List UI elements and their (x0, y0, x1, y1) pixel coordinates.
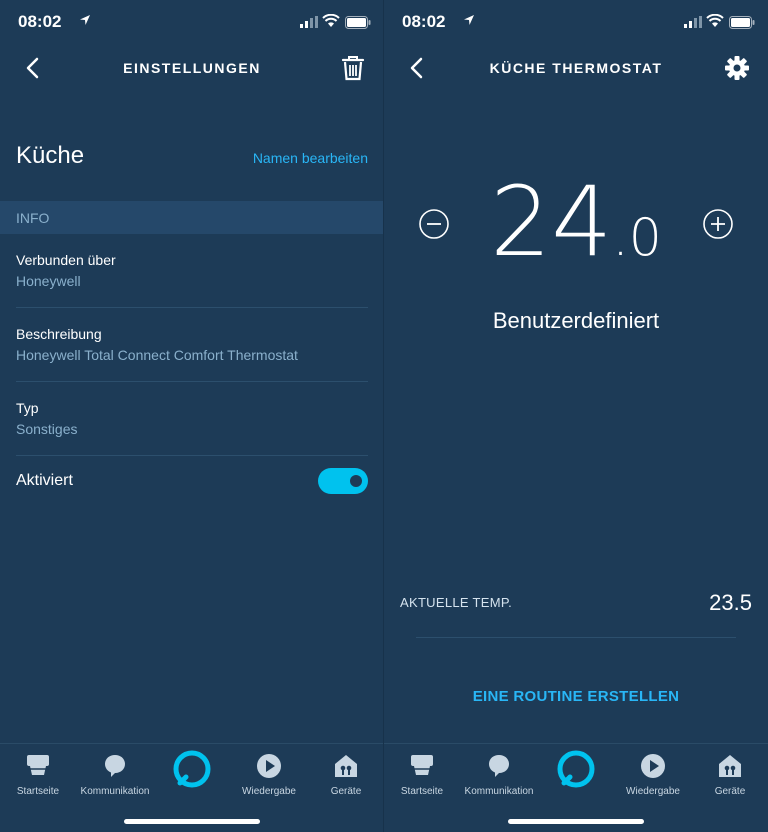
thermostat-mode: Benutzerdefiniert (492, 308, 660, 333)
thermostat-screen: 08:02 KÜCHE THERMOSTAT 24.0 Benutzerdefi… (384, 0, 768, 832)
tab-home[interactable]: Startseite (387, 750, 457, 797)
nav-header: EINSTELLUNGEN (0, 44, 384, 92)
tab-label: Startseite (16, 786, 60, 797)
row-value: Honeywell Total Connect Comfort Thermost… (16, 347, 298, 363)
device-name: Küche (16, 142, 85, 169)
row-divider (16, 381, 368, 382)
tab-communication[interactable]: Kommunikation (464, 750, 534, 797)
devices-icon (335, 755, 357, 777)
row-label: Typ (16, 400, 39, 416)
create-routine-button[interactable]: EINE ROUTINE ERSTELLEN (384, 688, 768, 705)
signal-icon (684, 16, 702, 28)
tab-label: Wiedergabe (626, 786, 680, 797)
play-icon (257, 754, 281, 778)
tab-play[interactable]: Wiedergabe (618, 750, 688, 797)
info-row-connected: Verbunden über Honeywell (16, 252, 368, 289)
info-row-description: Beschreibung Honeywell Total Connect Com… (16, 326, 368, 363)
settings-screen: 08:02 EINSTELLUNGEN Küche Namen bearbeit… (0, 0, 384, 832)
current-temp-label: AKTUELLE TEMP. (400, 595, 513, 610)
nav-header: KÜCHE THERMOSTAT (384, 44, 768, 92)
row-divider (416, 637, 736, 638)
info-section-label: INFO (16, 210, 50, 226)
location-arrow-icon (464, 15, 474, 25)
signal-icon (300, 16, 318, 28)
home-indicator (508, 819, 644, 824)
tab-play[interactable]: Wiedergabe (234, 750, 304, 797)
row-divider (16, 307, 368, 308)
row-label: Verbunden über (16, 252, 116, 268)
info-row-type: Typ Sonstiges (16, 400, 368, 437)
status-bar: 08:02 (0, 0, 384, 44)
tab-label: Startseite (400, 786, 444, 797)
location-arrow-icon (80, 15, 90, 25)
alexa-ring-icon[interactable] (172, 749, 212, 789)
tab-label: Geräte (714, 786, 746, 797)
wifi-icon (706, 14, 724, 27)
tab-label: Wiedergabe (242, 786, 296, 797)
setpoint-decimal: .0 (612, 208, 662, 268)
row-value: Sonstiges (16, 421, 78, 437)
enabled-label: Aktiviert (16, 472, 73, 489)
gear-icon[interactable] (724, 54, 750, 82)
current-temp-value: 23.5 (709, 590, 752, 615)
play-icon (641, 754, 665, 778)
trash-icon[interactable] (340, 54, 366, 82)
tab-label: Kommunikation (464, 786, 534, 797)
tab-devices[interactable]: Geräte (311, 750, 381, 797)
chat-icon (489, 755, 509, 777)
row-label: Beschreibung (16, 326, 102, 342)
devices-icon (719, 755, 741, 777)
increase-temp-icon[interactable] (702, 208, 734, 240)
row-value: Honeywell (16, 273, 81, 289)
home-icon (27, 755, 49, 775)
tab-label: Geräte (330, 786, 362, 797)
rename-link[interactable]: Namen bearbeiten (253, 150, 368, 166)
page-title: EINSTELLUNGEN (123, 60, 261, 76)
page-title: KÜCHE THERMOSTAT (489, 60, 663, 76)
setpoint-integer: 24 (490, 166, 613, 278)
tab-devices[interactable]: Geräte (695, 750, 765, 797)
row-divider (16, 455, 368, 456)
status-bar: 08:02 (384, 0, 768, 44)
status-time: 08:02 (18, 12, 62, 31)
battery-icon (345, 16, 371, 29)
tab-communication[interactable]: Kommunikation (80, 750, 150, 797)
enabled-toggle[interactable] (318, 468, 368, 494)
tab-label: Kommunikation (80, 786, 150, 797)
alexa-ring-icon[interactable] (556, 749, 596, 789)
battery-icon (729, 16, 755, 29)
wifi-icon (322, 14, 340, 27)
toggle-knob (350, 475, 362, 487)
status-time: 08:02 (402, 12, 446, 31)
home-icon (411, 755, 433, 775)
chat-icon (105, 755, 125, 777)
info-section-header: INFO (0, 201, 384, 234)
home-indicator (124, 819, 260, 824)
tab-home[interactable]: Startseite (3, 750, 73, 797)
